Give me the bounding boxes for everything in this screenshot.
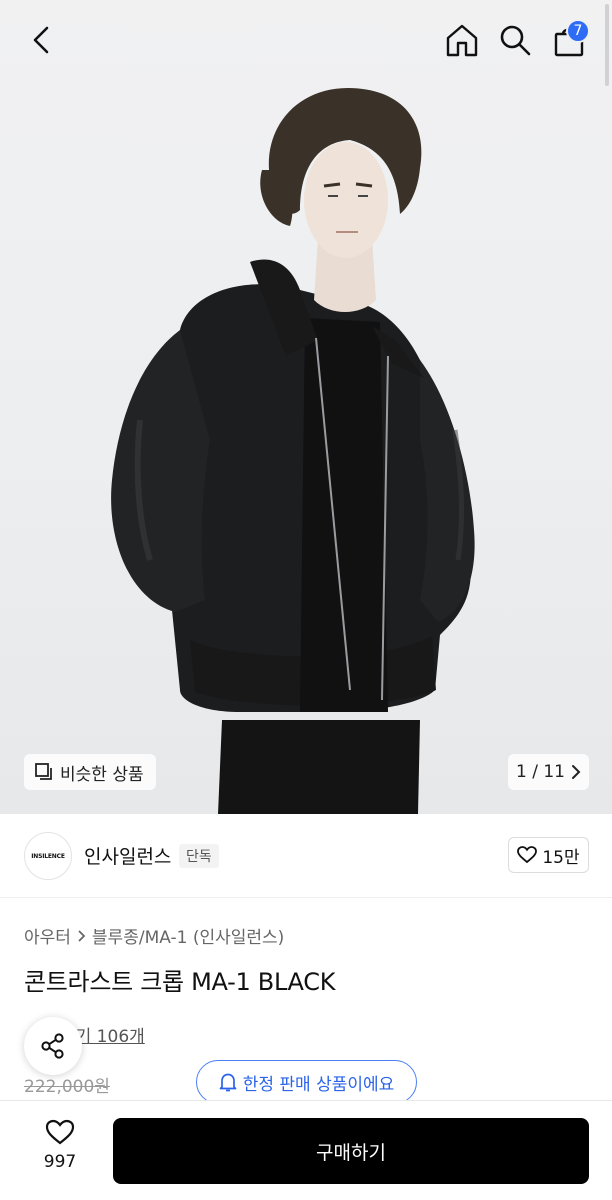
image-pager[interactable]: 1 / 11 (508, 754, 589, 790)
original-price: 222,000원 (24, 1077, 110, 1097)
breadcrumb: 아우터 블루종/MA-1 (인사일런스) (24, 923, 284, 948)
product-title: 콘트라스트 크롭 MA-1 BLACK (24, 968, 336, 996)
product-image-gallery[interactable]: 7 비슷한 상품 1 / 11 (0, 0, 612, 814)
limited-sale-button[interactable]: 한정 판매 상품이에요 (196, 1060, 417, 1104)
search-button[interactable] (493, 18, 537, 62)
brand-like-count: 15만 (542, 847, 580, 868)
share-button[interactable] (24, 1017, 82, 1075)
back-button[interactable] (20, 18, 64, 62)
wishlist-button[interactable]: 997 (20, 1119, 100, 1185)
copy-icon (35, 763, 52, 780)
chevron-right-icon (571, 765, 581, 779)
share-icon (41, 1033, 64, 1059)
home-button[interactable] (440, 18, 484, 62)
brand-name[interactable]: 인사일런스 (84, 842, 171, 869)
search-icon (500, 25, 531, 56)
brand-logo-text: INSILENCE (31, 852, 65, 860)
chevron-right-icon (78, 929, 86, 942)
cart-count-badge: 7 (566, 19, 590, 43)
home-icon (446, 24, 478, 57)
breadcrumb-item-outer[interactable]: 아우터 (24, 923, 71, 948)
pager-text: 1 / 11 (516, 762, 565, 782)
breadcrumb-item-category[interactable]: 블루종/MA-1 (인사일런스) (92, 923, 284, 948)
bell-icon (219, 1073, 237, 1092)
top-navigation-bar: 7 (0, 0, 612, 80)
chevron-left-icon (33, 26, 49, 54)
product-photo (111, 88, 475, 814)
similar-products-button[interactable]: 비슷한 상품 (24, 754, 156, 790)
wishlist-count: 997 (43, 1152, 77, 1172)
brand-logo[interactable]: INSILENCE (24, 832, 72, 880)
buy-button[interactable]: 구매하기 (113, 1118, 589, 1184)
bottom-action-bar: 997 구매하기 (0, 1100, 612, 1200)
heart-icon (45, 1119, 75, 1145)
brand-like-button[interactable]: 15만 (508, 837, 589, 873)
similar-products-label: 비슷한 상품 (60, 764, 144, 785)
brand-row: INSILENCE 인사일런스 단독 15만 (0, 814, 612, 898)
exclusive-badge: 단독 (179, 844, 219, 868)
limited-sale-label: 한정 판매 상품이에요 (242, 1074, 395, 1095)
heart-icon (517, 846, 538, 864)
